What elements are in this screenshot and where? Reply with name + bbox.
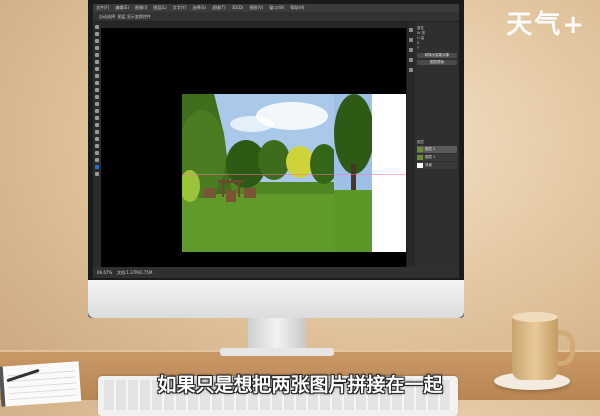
gradient-tool-icon[interactable] bbox=[95, 102, 99, 106]
properties-panel: 属性 W 宽 H 高 X Y 转换为智能对象 图层蒙版 bbox=[417, 26, 457, 67]
menu-item-edit[interactable]: 编辑(E) bbox=[115, 4, 129, 12]
app-window: 文件(F) 编辑(E) 图像(I) 图层(L) 文字(Y) 选择(S) 滤镜(T… bbox=[93, 4, 459, 278]
foreground-color-icon[interactable] bbox=[95, 165, 99, 169]
move-tool-icon[interactable] bbox=[95, 25, 99, 29]
menu-item-help[interactable]: 帮助(H) bbox=[290, 4, 304, 12]
menu-item-view[interactable]: 视图(V) bbox=[249, 4, 263, 12]
watermark-logo: 天气+ bbox=[506, 10, 586, 40]
adjustments-panel-icon[interactable] bbox=[409, 48, 413, 52]
document-size[interactable]: 文档:1.37M/2.75M bbox=[117, 267, 152, 278]
tree-photo-layer[interactable] bbox=[334, 94, 372, 252]
dodge-tool-icon[interactable] bbox=[95, 116, 99, 120]
layer-name: 背景 bbox=[425, 163, 432, 167]
monitor-stand-base bbox=[220, 348, 334, 356]
document-canvas[interactable] bbox=[182, 94, 410, 252]
options-bar: 自动选择: 图层 显示变换控件 bbox=[93, 12, 459, 22]
marquee-tool-icon[interactable] bbox=[95, 32, 99, 36]
layers-panel: 图层 图层 2 图层 1 背景 bbox=[417, 140, 457, 169]
layer-row[interactable]: 图层 1 bbox=[417, 154, 457, 161]
menu-item-file[interactable]: 文件(F) bbox=[96, 4, 109, 12]
blur-tool-icon[interactable] bbox=[95, 109, 99, 113]
quick-mask-icon[interactable] bbox=[95, 172, 99, 176]
panel-dock bbox=[407, 22, 415, 267]
type-tool-icon[interactable] bbox=[95, 130, 99, 134]
layer-name: 图层 2 bbox=[425, 147, 436, 151]
crop-tool-icon[interactable] bbox=[95, 53, 99, 57]
healing-tool-icon[interactable] bbox=[95, 67, 99, 71]
quick-select-tool-icon[interactable] bbox=[95, 46, 99, 50]
layer-mask-button[interactable]: 图层蒙版 bbox=[417, 60, 457, 65]
cup-rim bbox=[512, 312, 558, 322]
menu-item-filter[interactable]: 滤镜(T) bbox=[212, 4, 226, 12]
right-panels: 属性 W 宽 H 高 X Y 转换为智能对象 图层蒙版 图层 图层 2 图层 1… bbox=[406, 22, 459, 267]
layers-title: 图层 bbox=[417, 140, 424, 144]
eraser-tool-icon[interactable] bbox=[95, 95, 99, 99]
hand-tool-icon[interactable] bbox=[95, 151, 99, 155]
menu-bar: 文件(F) 编辑(E) 图像(I) 图层(L) 文字(Y) 选择(S) 滤镜(T… bbox=[93, 4, 459, 12]
layer-name: 图层 1 bbox=[425, 155, 436, 159]
layer-row[interactable]: 背景 bbox=[417, 162, 457, 169]
path-select-tool-icon[interactable] bbox=[95, 137, 99, 141]
layer-thumbnail bbox=[417, 147, 423, 152]
menu-item-3d[interactable]: 3D(D) bbox=[232, 4, 244, 12]
menu-item-select[interactable]: 选择(S) bbox=[192, 4, 206, 12]
zoom-level[interactable]: 66.67% bbox=[97, 267, 112, 278]
pen-tool-icon[interactable] bbox=[95, 123, 99, 127]
history-brush-tool-icon[interactable] bbox=[95, 88, 99, 92]
swatches-panel-icon[interactable] bbox=[409, 58, 413, 62]
monitor-chin bbox=[88, 280, 464, 318]
convert-smart-object-button[interactable]: 转换为智能对象 bbox=[417, 53, 457, 58]
stamp-tool-icon[interactable] bbox=[95, 81, 99, 85]
history-panel-icon[interactable] bbox=[409, 28, 413, 32]
lasso-tool-icon[interactable] bbox=[95, 39, 99, 43]
zoom-tool-icon[interactable] bbox=[95, 158, 99, 162]
status-bar: 66.67% 文档:1.37M/2.75M bbox=[93, 267, 459, 278]
properties-panel-icon[interactable] bbox=[409, 38, 413, 42]
subtitle-caption: 如果只是想把两张图片拼接在一起 bbox=[157, 374, 443, 396]
menu-item-layer[interactable]: 图层(L) bbox=[153, 4, 166, 12]
eyedropper-tool-icon[interactable] bbox=[95, 60, 99, 64]
brush-tool-icon[interactable] bbox=[95, 74, 99, 78]
options-text[interactable]: 自动选择: 图层 显示变换控件 bbox=[99, 12, 151, 21]
property-y[interactable]: Y bbox=[417, 46, 457, 51]
alignment-guide bbox=[182, 174, 410, 175]
menu-item-image[interactable]: 图像(I) bbox=[135, 4, 147, 12]
channels-panel-icon[interactable] bbox=[409, 68, 413, 72]
menu-item-window[interactable]: 窗口(W) bbox=[269, 4, 284, 12]
shape-tool-icon[interactable] bbox=[95, 144, 99, 148]
canvas-area[interactable] bbox=[101, 28, 410, 267]
layer-thumbnail bbox=[417, 163, 423, 168]
layer-row[interactable]: 图层 2 bbox=[417, 146, 457, 153]
tools-panel bbox=[93, 22, 101, 267]
garden-photo-layer[interactable] bbox=[182, 94, 334, 252]
layer-thumbnail bbox=[417, 155, 423, 160]
menu-item-type[interactable]: 文字(Y) bbox=[173, 4, 187, 12]
